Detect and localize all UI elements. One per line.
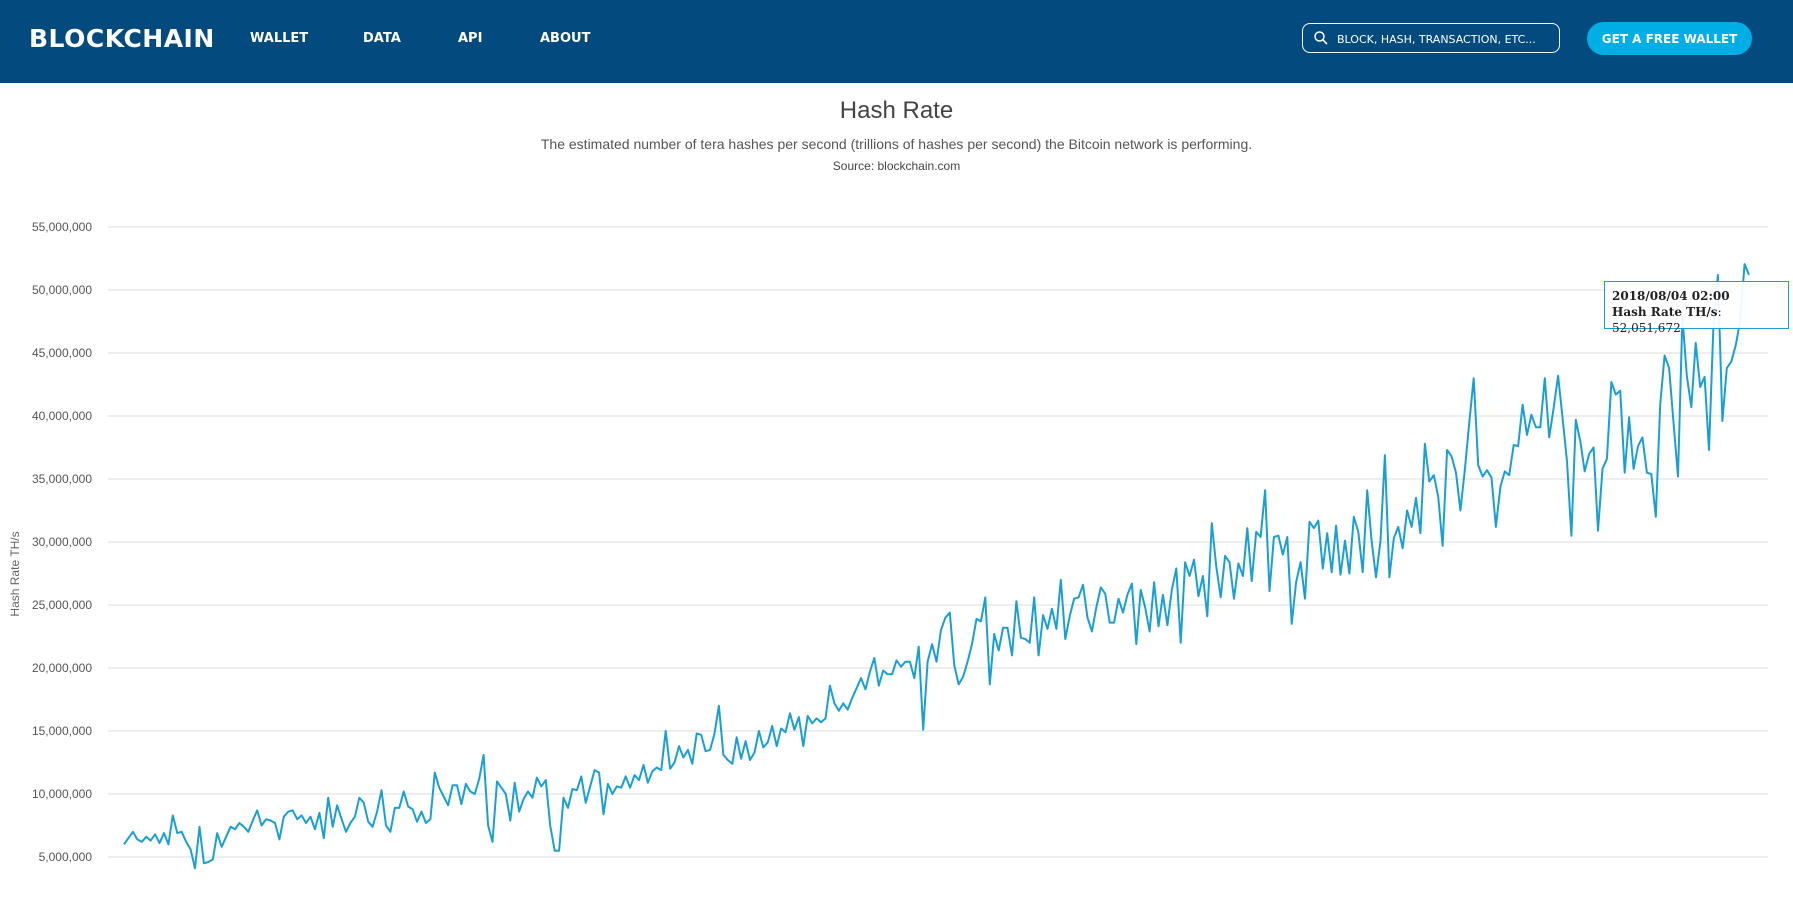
y-tick-label: 45,000,000 xyxy=(32,346,92,360)
y-tick-label: 35,000,000 xyxy=(32,472,92,486)
y-tick-label: 50,000,000 xyxy=(32,283,92,297)
y-tick-label: 40,000,000 xyxy=(32,409,92,423)
y-tick-label: 25,000,000 xyxy=(32,598,92,612)
chart-grid xyxy=(108,226,1768,858)
series-line-hash-rate[interactable] xyxy=(123,263,1750,870)
y-tick-label: 55,000,000 xyxy=(32,220,92,234)
tooltip-date: 2018/08/04 02:00 xyxy=(1612,289,1730,303)
y-tick-label: 30,000,000 xyxy=(32,535,92,549)
y-axis-label: Hash Rate TH/s xyxy=(8,531,22,616)
tooltip-value: 52,051,672 xyxy=(1612,321,1681,335)
y-tick-label: 15,000,000 xyxy=(32,724,92,738)
y-axis-ticks: 5,000,000 10,000,000 15,000,000 20,000,000 2… xyxy=(32,220,92,864)
hash-rate-chart[interactable]: 5,000,000 10,000,000 15,000,000 20,000,000 2… xyxy=(0,0,1793,911)
y-tick-label: 20,000,000 xyxy=(32,661,92,675)
y-tick-label: 5,000,000 xyxy=(39,850,93,864)
tooltip-label: Hash Rate TH/s xyxy=(1612,305,1718,319)
chart-tooltip: 2018/08/04 02:00 Hash Rate TH/s: 52,051,… xyxy=(1604,281,1789,335)
y-tick-label: 10,000,000 xyxy=(32,787,92,801)
